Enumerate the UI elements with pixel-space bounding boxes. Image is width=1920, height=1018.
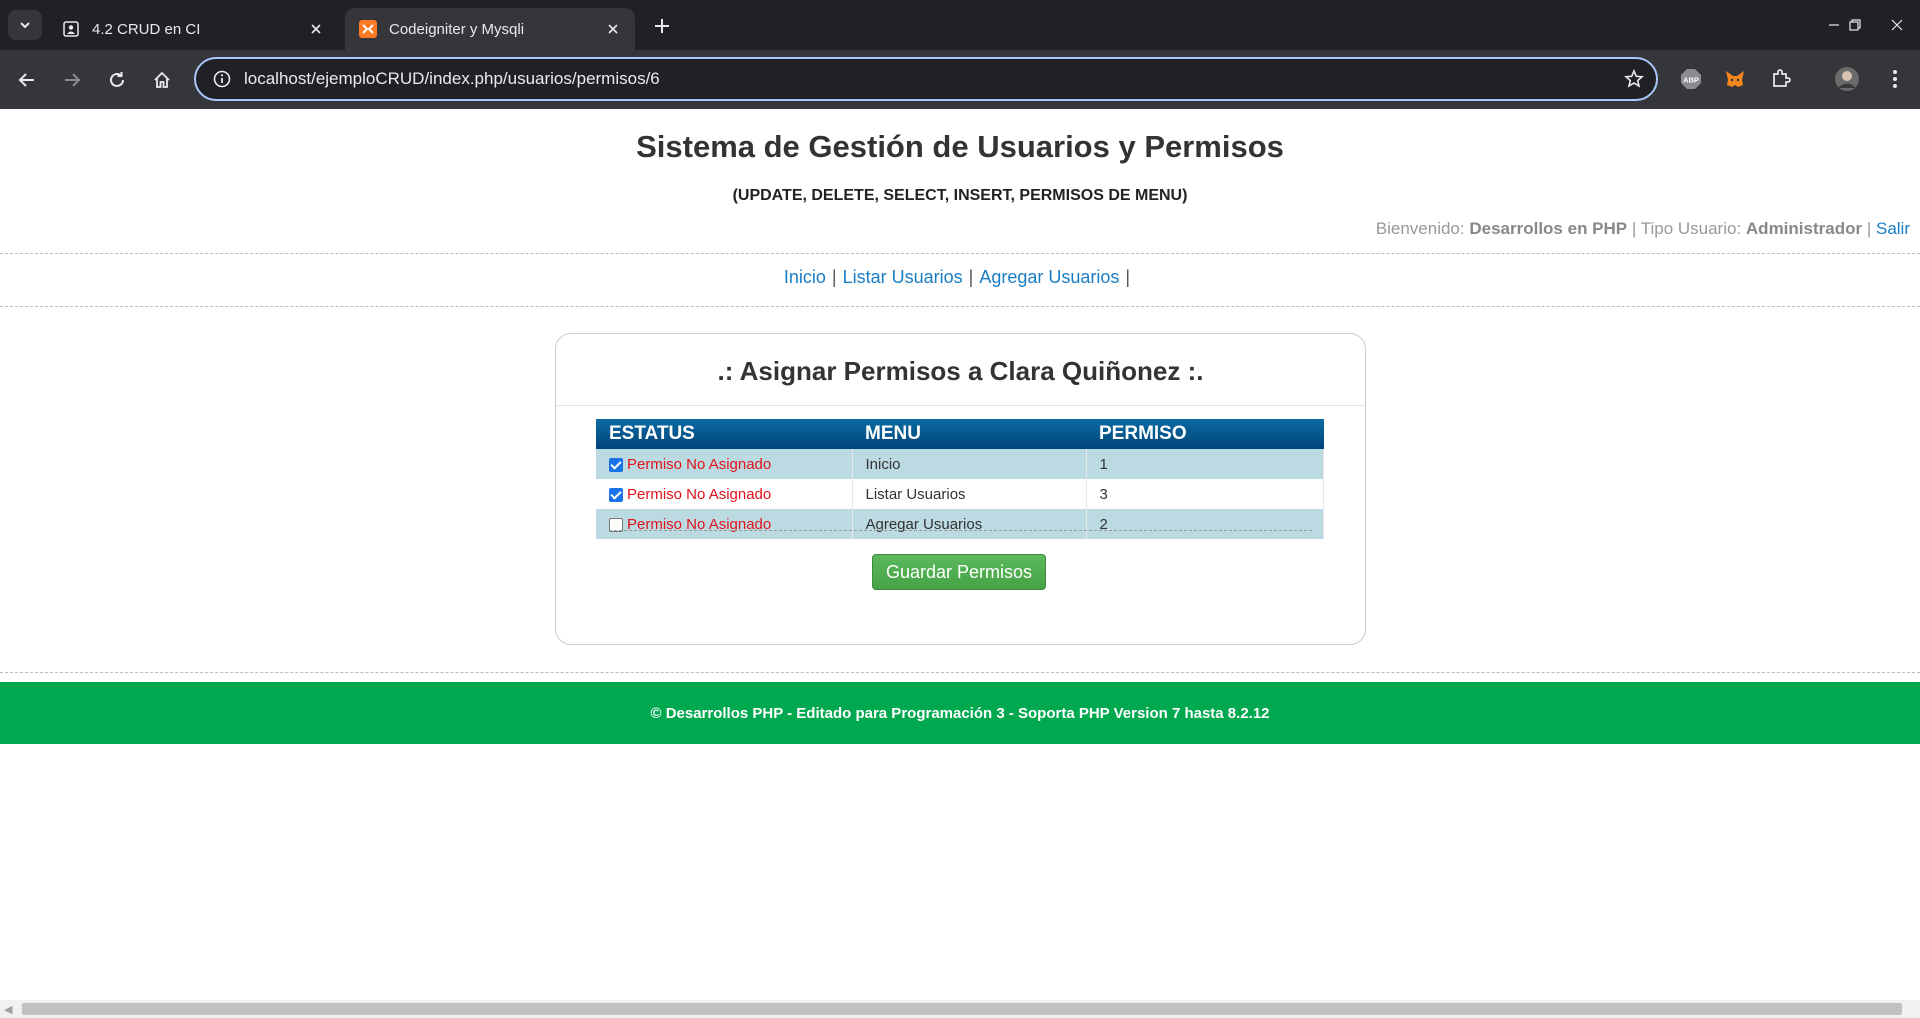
permiso-cell: 2 — [1086, 509, 1324, 539]
table-row: Permiso No Asignado Inicio 1 — [596, 449, 1324, 479]
restore-button[interactable] — [1832, 0, 1878, 50]
page-content: Sistema de Gestión de Usuarios y Permiso… — [0, 109, 1920, 1000]
page-title: Sistema de Gestión de Usuarios y Permiso… — [636, 129, 1284, 164]
tab-codeigniter-mysqli[interactable]: Codeigniter y Mysqli — [345, 8, 635, 50]
footer-text: © Desarrollos PHP - Editado para Program… — [650, 704, 1270, 722]
reload-icon — [110, 72, 124, 87]
close-icon[interactable] — [601, 17, 625, 41]
address-bar[interactable]: localhost/ejemploCRUD/index.php/usuarios… — [194, 57, 1658, 101]
menu-item-inicio[interactable]: Inicio — [784, 267, 826, 287]
menu-cell: Inicio — [852, 449, 1087, 479]
xampp-icon — [359, 20, 377, 38]
scrollbar-thumb[interactable] — [22, 1003, 1902, 1015]
divider — [556, 405, 1365, 406]
new-tab-button[interactable] — [648, 12, 676, 40]
site-info-icon[interactable] — [200, 70, 244, 88]
panel-title: .: Asignar Permisos a Clara Quiñonez :. — [717, 356, 1204, 386]
menu-cell: Listar Usuarios — [852, 479, 1087, 509]
url-text[interactable]: localhost/ejemploCRUD/index.php/usuarios… — [244, 69, 1612, 89]
browser-menu-button[interactable] — [1880, 64, 1910, 94]
profile-avatar[interactable] — [1832, 64, 1862, 94]
permission-checkbox[interactable] — [609, 487, 623, 502]
separator: | — [1631, 219, 1637, 238]
horizontal-scrollbar[interactable]: ◀ — [0, 1000, 1920, 1018]
footer: © Desarrollos PHP - Editado para Program… — [0, 682, 1920, 744]
status-text: Permiso No Asignado — [627, 485, 772, 503]
tab-title: 4.2 CRUD en CI — [92, 20, 201, 38]
table-header-row: ESTATUS MENU PERMISO — [596, 419, 1324, 449]
forward-button[interactable] — [56, 64, 88, 96]
tab-search-button[interactable] — [8, 10, 42, 40]
back-button[interactable] — [11, 64, 43, 96]
permissions-table: ESTATUS MENU PERMISO Permiso No Asignado… — [596, 419, 1324, 539]
status-cell: Permiso No Asignado — [596, 509, 853, 539]
column-header-estatus: ESTATUS — [596, 419, 852, 449]
permissions-panel: .: Asignar Permisos a Clara Quiñonez :. … — [555, 333, 1366, 645]
user-name: Desarrollos en PHP — [1469, 219, 1628, 238]
tab-crud-en-ci[interactable]: 4.2 CRUD en CI — [48, 8, 338, 50]
logout-link[interactable]: Salir — [1876, 219, 1910, 238]
menu-separator: | — [831, 267, 837, 287]
tab-title: Codeigniter y Mysqli — [389, 20, 525, 38]
menu-item-listar-usuarios[interactable]: Listar Usuarios — [843, 267, 963, 287]
welcome-label: Bienvenido: — [1375, 219, 1465, 238]
column-header-menu: MENU — [852, 419, 1086, 449]
metamask-fox-icon[interactable] — [1720, 64, 1750, 94]
separator: | — [1866, 219, 1872, 238]
menu-cell: Agregar Usuarios — [852, 509, 1087, 539]
table-row: Permiso No Asignado Listar Usuarios 3 — [596, 479, 1324, 509]
home-button[interactable] — [146, 64, 178, 96]
save-permissions-button[interactable]: Guardar Permisos — [872, 554, 1046, 590]
puzzle-extensions-icon[interactable] — [1766, 64, 1796, 94]
table-row: Permiso No Asignado Agregar Usuarios 2 — [596, 509, 1324, 539]
arrow-right-icon — [65, 73, 81, 87]
plus-icon — [655, 19, 669, 33]
home-icon — [154, 71, 170, 88]
scroll-left-icon[interactable]: ◀ — [4, 1003, 12, 1016]
user-type: Administrador — [1745, 219, 1863, 238]
menu-separator: | — [1125, 267, 1131, 287]
user-type-label: Tipo Usuario: — [1640, 219, 1742, 238]
bookmark-star-icon[interactable] — [1612, 69, 1656, 89]
close-icon — [1891, 19, 1903, 31]
permission-checkbox[interactable] — [609, 457, 623, 472]
permiso-cell: 1 — [1086, 449, 1324, 479]
svg-text:ABP: ABP — [1683, 76, 1699, 85]
menu-separator: | — [968, 267, 974, 287]
status-cell: Permiso No Asignado — [596, 479, 853, 509]
status-text: Permiso No Asignado — [627, 455, 772, 473]
adblock-plus-icon[interactable]: ABP — [1676, 64, 1706, 94]
close-icon[interactable] — [304, 17, 328, 41]
chevron-down-icon — [20, 22, 30, 29]
divider — [0, 253, 1920, 254]
welcome-bar: Bienvenido: Desarrollos en PHP | Tipo Us… — [1376, 219, 1910, 239]
divider — [0, 672, 1920, 673]
page-subtitle: (UPDATE, DELETE, SELECT, INSERT, PERMISO… — [732, 187, 1188, 204]
close-window-button[interactable] — [1874, 0, 1920, 50]
contact-page-icon — [62, 20, 80, 38]
kebab-menu-icon — [1893, 70, 1897, 88]
reload-button[interactable] — [101, 64, 133, 96]
menu-item-agregar-usuarios[interactable]: Agregar Usuarios — [979, 267, 1119, 287]
browser-tabbar: 4.2 CRUD en CI Codeigniter y Mysqli — [0, 0, 1920, 50]
divider — [609, 530, 1312, 531]
status-cell: Permiso No Asignado — [596, 449, 853, 479]
arrow-left-icon — [18, 73, 34, 87]
restore-icon — [1849, 19, 1861, 31]
main-menu: Inicio | Listar Usuarios | Agregar Usuarios | — [0, 267, 1920, 288]
permiso-cell: 3 — [1086, 479, 1324, 509]
divider — [0, 306, 1920, 307]
column-header-permiso: PERMISO — [1086, 419, 1324, 449]
